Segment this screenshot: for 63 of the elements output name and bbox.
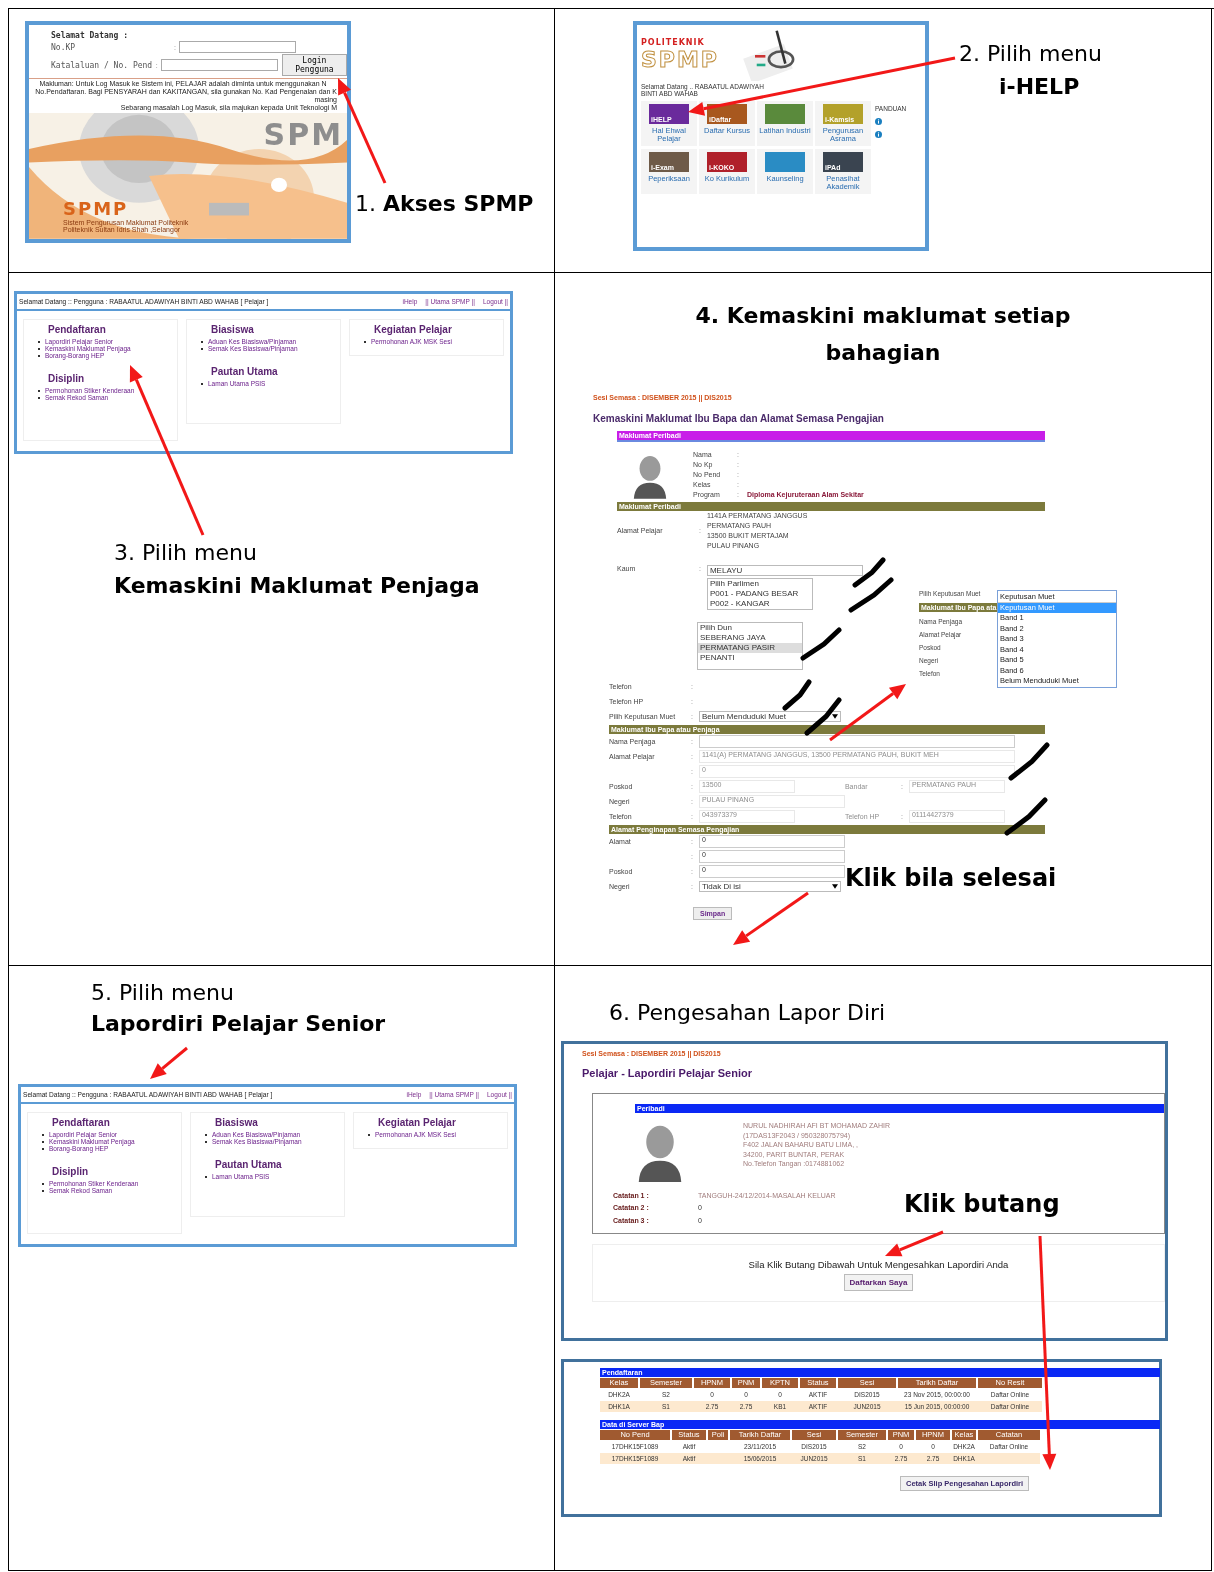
- section-title: Kegiatan Pelajar: [378, 1117, 457, 1128]
- select-field[interactable]: Belum Menduduki Muet: [698, 711, 841, 723]
- list-option[interactable]: P001 - PADANG BESAR: [707, 588, 812, 599]
- section-title: Disiplin: [48, 373, 86, 384]
- section-title: Pendaftaran: [52, 1117, 111, 1128]
- scribble-mark: [1004, 796, 1048, 836]
- input-field[interactable]: [178, 41, 296, 53]
- step-title: 1. Akses SPMP: [355, 191, 534, 216]
- info-icon[interactable]: [875, 131, 882, 139]
- step-title: 6. Pengesahan Lapor Diri: [609, 1000, 887, 1025]
- list-option[interactable]: Pilih Dun: [698, 622, 802, 633]
- logo: SPMP: [641, 47, 719, 72]
- scribble-mark: [782, 678, 812, 711]
- section-title: Disiplin: [52, 1166, 90, 1177]
- list-option[interactable]: SEBERANG JAYA: [698, 632, 802, 643]
- list-box[interactable]: Pilih Dun SEBERANG JAYA PERMATANG PASIR PENANTI: [697, 621, 803, 670]
- app-tile[interactable]: [765, 104, 805, 125]
- info-icon[interactable]: [875, 118, 882, 126]
- list-option[interactable]: PERMATANG PASIR: [698, 642, 802, 653]
- scribble-mark: [800, 626, 842, 661]
- step-subtitle: Lapordiri Pelajar Senior: [91, 1011, 387, 1036]
- arrow: [150, 1046, 188, 1079]
- step-title: 2. Pilih menu: [959, 41, 1102, 66]
- caret-icon: [831, 714, 838, 720]
- step-title: 3. Pilih menu: [114, 540, 258, 565]
- scribble-mark: [804, 696, 842, 736]
- select-field[interactable]: Tidak Di isi: [698, 881, 841, 893]
- step-title: 5. Pilih menu: [91, 980, 235, 1005]
- list-option[interactable]: P002 - KANGAR: [707, 598, 812, 609]
- register-button[interactable]: Daftarkan Saya: [843, 1273, 914, 1291]
- annotation-text: Klik butang: [904, 1190, 1060, 1218]
- welcome-text: Selamat Datang :: [51, 31, 130, 40]
- annotation-text: Klik bila selesai: [845, 863, 1057, 892]
- input-field[interactable]: [160, 59, 278, 71]
- login-button[interactable]: Login Pengguna: [281, 54, 347, 76]
- step-subtitle: Kemaskini Maklumat Penjaga: [114, 573, 481, 598]
- section-title: Kegiatan Pelajar: [374, 324, 453, 335]
- app-tile[interactable]: [765, 152, 805, 173]
- list-option[interactable]: Pilih Parlimen: [707, 578, 812, 589]
- scribble-mark: [848, 576, 894, 613]
- input-field[interactable]: [698, 735, 1015, 749]
- field-label: No.KP: [51, 42, 77, 52]
- step-subtitle: i-HELP: [999, 74, 1081, 99]
- section-title: Pendaftaran: [48, 324, 107, 335]
- instruction-text: Sila Klik Butang Dibawah Untuk Mengesahkan Lapordiri Anda: [748, 1258, 1009, 1270]
- logo: SPMP: [63, 198, 130, 219]
- list-option[interactable]: PENANTI: [698, 652, 802, 663]
- select-field[interactable]: MELAYU: [706, 564, 863, 576]
- section-title: Biasiswa: [211, 324, 255, 335]
- list-box[interactable]: Pilih Parlimen P001 - PADANG BESAR P002 - KANGAR: [706, 577, 813, 610]
- step-title: 4. Kemaskini maklumat setiap bahagian: [694, 302, 1072, 368]
- section-title: Biasiswa: [215, 1117, 259, 1128]
- backdrop-logo: SPM: [263, 117, 343, 153]
- field-label: Katalaluan / No. Pend: [51, 60, 153, 70]
- arrow: [885, 1230, 944, 1257]
- section-title: Pautan Utama: [215, 1159, 283, 1170]
- section-title: Pautan Utama: [211, 366, 279, 377]
- brand-text: POLITEKNIK: [641, 38, 706, 47]
- scribble-mark: [1008, 741, 1050, 781]
- scribble-mark: [852, 556, 886, 588]
- page-heading: Kemaskini Maklumat Ibu Bapa dan Alamat Semasa Pengajian: [593, 412, 885, 424]
- page-heading: Pelajar - Lapordiri Pelajar Senior: [582, 1067, 753, 1079]
- caret-icon: [831, 884, 838, 890]
